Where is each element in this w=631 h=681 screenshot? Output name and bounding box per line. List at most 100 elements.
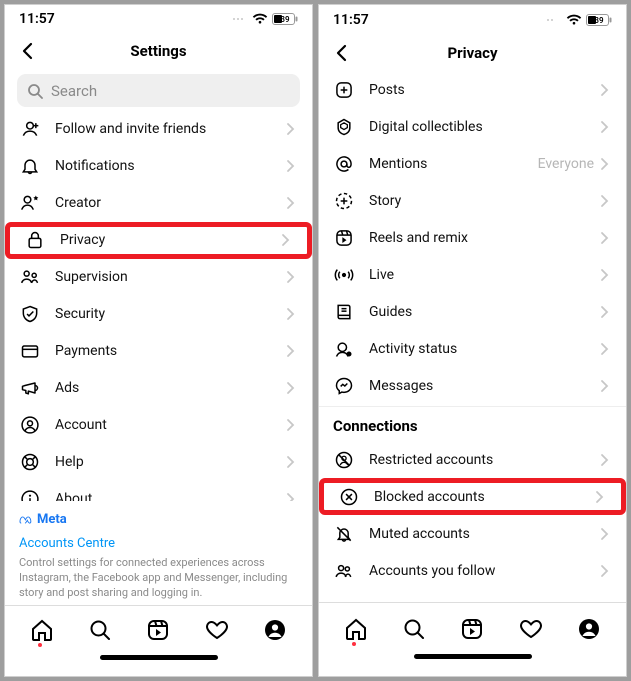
- home-indicator: [5, 655, 312, 676]
- row-label: Security: [55, 306, 286, 322]
- chevron-right-icon: [281, 233, 293, 247]
- row-story[interactable]: Story: [319, 182, 626, 219]
- row-label: Muted accounts: [369, 526, 600, 542]
- activity-status-icon: [333, 338, 355, 360]
- chevron-right-icon: [286, 492, 298, 501]
- nav-search-icon[interactable]: [86, 616, 114, 644]
- row-reels-and-remix[interactable]: Reels and remix: [319, 219, 626, 256]
- row-supervision[interactable]: Supervision: [5, 259, 312, 296]
- chevron-right-icon: [600, 453, 612, 467]
- row-label: Account: [55, 417, 286, 433]
- chevron-right-icon: [600, 564, 612, 578]
- svg-text:39: 39: [280, 15, 290, 24]
- nav-home-icon[interactable]: [342, 615, 370, 643]
- nav-search-icon[interactable]: [400, 615, 428, 643]
- nav-activity-icon[interactable]: [517, 615, 545, 643]
- muted-icon: [333, 523, 355, 545]
- bell-icon: [19, 155, 41, 177]
- carrier-dots-icon: [232, 15, 248, 23]
- row-value: Everyone: [538, 156, 594, 172]
- home-indicator: [319, 654, 626, 676]
- row-restricted-accounts[interactable]: Restricted accounts: [319, 441, 626, 478]
- chevron-right-icon: [600, 379, 612, 393]
- nav-bar: Privacy: [319, 35, 626, 71]
- nav-reels-icon[interactable]: [144, 616, 172, 644]
- phone-privacy: 11:57 39 Privacy PostsDigital collectibl…: [318, 4, 627, 677]
- row-label: Supervision: [55, 269, 286, 285]
- row-label: Reels and remix: [369, 230, 600, 246]
- back-button[interactable]: [15, 38, 41, 64]
- search-icon: [27, 83, 43, 99]
- status-bar: 11:57 39: [5, 5, 312, 34]
- nav-profile-icon[interactable]: [261, 616, 289, 644]
- nav-activity-icon[interactable]: [203, 616, 231, 644]
- row-help[interactable]: Help: [5, 444, 312, 481]
- row-notifications[interactable]: Notifications: [5, 148, 312, 185]
- nav-bar: Settings: [5, 34, 312, 69]
- user-circle-icon: [19, 414, 41, 436]
- svg-text:39: 39: [594, 16, 604, 25]
- supervision-icon: [19, 266, 41, 288]
- chevron-right-icon: [600, 157, 612, 171]
- row-label: Story: [369, 193, 600, 209]
- page-title: Settings: [5, 42, 312, 60]
- search-placeholder: Search: [51, 82, 97, 100]
- chevron-right-icon: [286, 344, 298, 358]
- row-security[interactable]: Security: [5, 296, 312, 333]
- at-icon: [333, 153, 355, 175]
- status-bar: 11:57 39: [319, 5, 626, 35]
- nav-reels-icon[interactable]: [458, 615, 486, 643]
- row-label: Help: [55, 454, 286, 470]
- accounts-follow-icon: [333, 560, 355, 582]
- row-payments[interactable]: Payments: [5, 333, 312, 370]
- privacy-list: PostsDigital collectiblesMentionsEveryon…: [319, 71, 626, 602]
- chevron-right-icon: [600, 120, 612, 134]
- row-blocked-accounts[interactable]: Blocked accounts: [319, 478, 626, 515]
- row-label: About: [55, 491, 286, 501]
- chevron-right-icon: [600, 342, 612, 356]
- nav-home-icon[interactable]: [28, 616, 56, 644]
- row-mentions[interactable]: MentionsEveryone: [319, 145, 626, 182]
- back-button[interactable]: [329, 40, 355, 66]
- row-label: Restricted accounts: [369, 452, 600, 468]
- search-input[interactable]: Search: [17, 74, 300, 107]
- row-about[interactable]: About: [5, 481, 312, 501]
- row-follow-and-invite-friends[interactable]: Follow and invite friends: [5, 111, 312, 148]
- row-creator[interactable]: Creator: [5, 185, 312, 222]
- row-posts[interactable]: Posts: [319, 71, 626, 108]
- chevron-right-icon: [600, 268, 612, 282]
- meta-brand: Meta: [19, 511, 298, 529]
- megaphone-icon: [19, 377, 41, 399]
- row-ads[interactable]: Ads: [5, 370, 312, 407]
- blocked-icon: [338, 486, 360, 508]
- chevron-right-icon: [600, 231, 612, 245]
- chevron-right-icon: [600, 83, 612, 97]
- chevron-right-icon: [286, 381, 298, 395]
- accounts-centre-link[interactable]: Accounts Centre: [19, 535, 298, 553]
- battery-icon: 39: [272, 13, 298, 25]
- page-title: Privacy: [319, 44, 626, 62]
- nav-profile-icon[interactable]: [575, 615, 603, 643]
- card-icon: [19, 340, 41, 362]
- chevron-right-icon: [595, 490, 607, 504]
- row-guides[interactable]: Guides: [319, 293, 626, 330]
- plus-square-icon: [333, 79, 355, 101]
- carrier-dots-icon: [546, 16, 562, 24]
- chevron-right-icon: [286, 307, 298, 321]
- row-accounts-you-follow[interactable]: Accounts you follow: [319, 552, 626, 589]
- accounts-centre-footer: Meta Accounts Centre Control settings fo…: [5, 501, 312, 605]
- row-label: Ads: [55, 380, 286, 396]
- phone-settings: 11:57 39 Settings Search Follow and invi…: [4, 4, 313, 677]
- wifi-icon: [566, 14, 582, 26]
- row-label: Blocked accounts: [374, 489, 595, 505]
- row-activity-status[interactable]: Activity status: [319, 330, 626, 367]
- row-account[interactable]: Account: [5, 407, 312, 444]
- row-muted-accounts[interactable]: Muted accounts: [319, 515, 626, 552]
- chevron-right-icon: [286, 196, 298, 210]
- row-digital-collectibles[interactable]: Digital collectibles: [319, 108, 626, 145]
- row-live[interactable]: Live: [319, 256, 626, 293]
- row-privacy[interactable]: Privacy: [5, 222, 312, 259]
- row-label: Messages: [369, 378, 600, 394]
- shield-icon: [19, 303, 41, 325]
- row-messages[interactable]: Messages: [319, 367, 626, 404]
